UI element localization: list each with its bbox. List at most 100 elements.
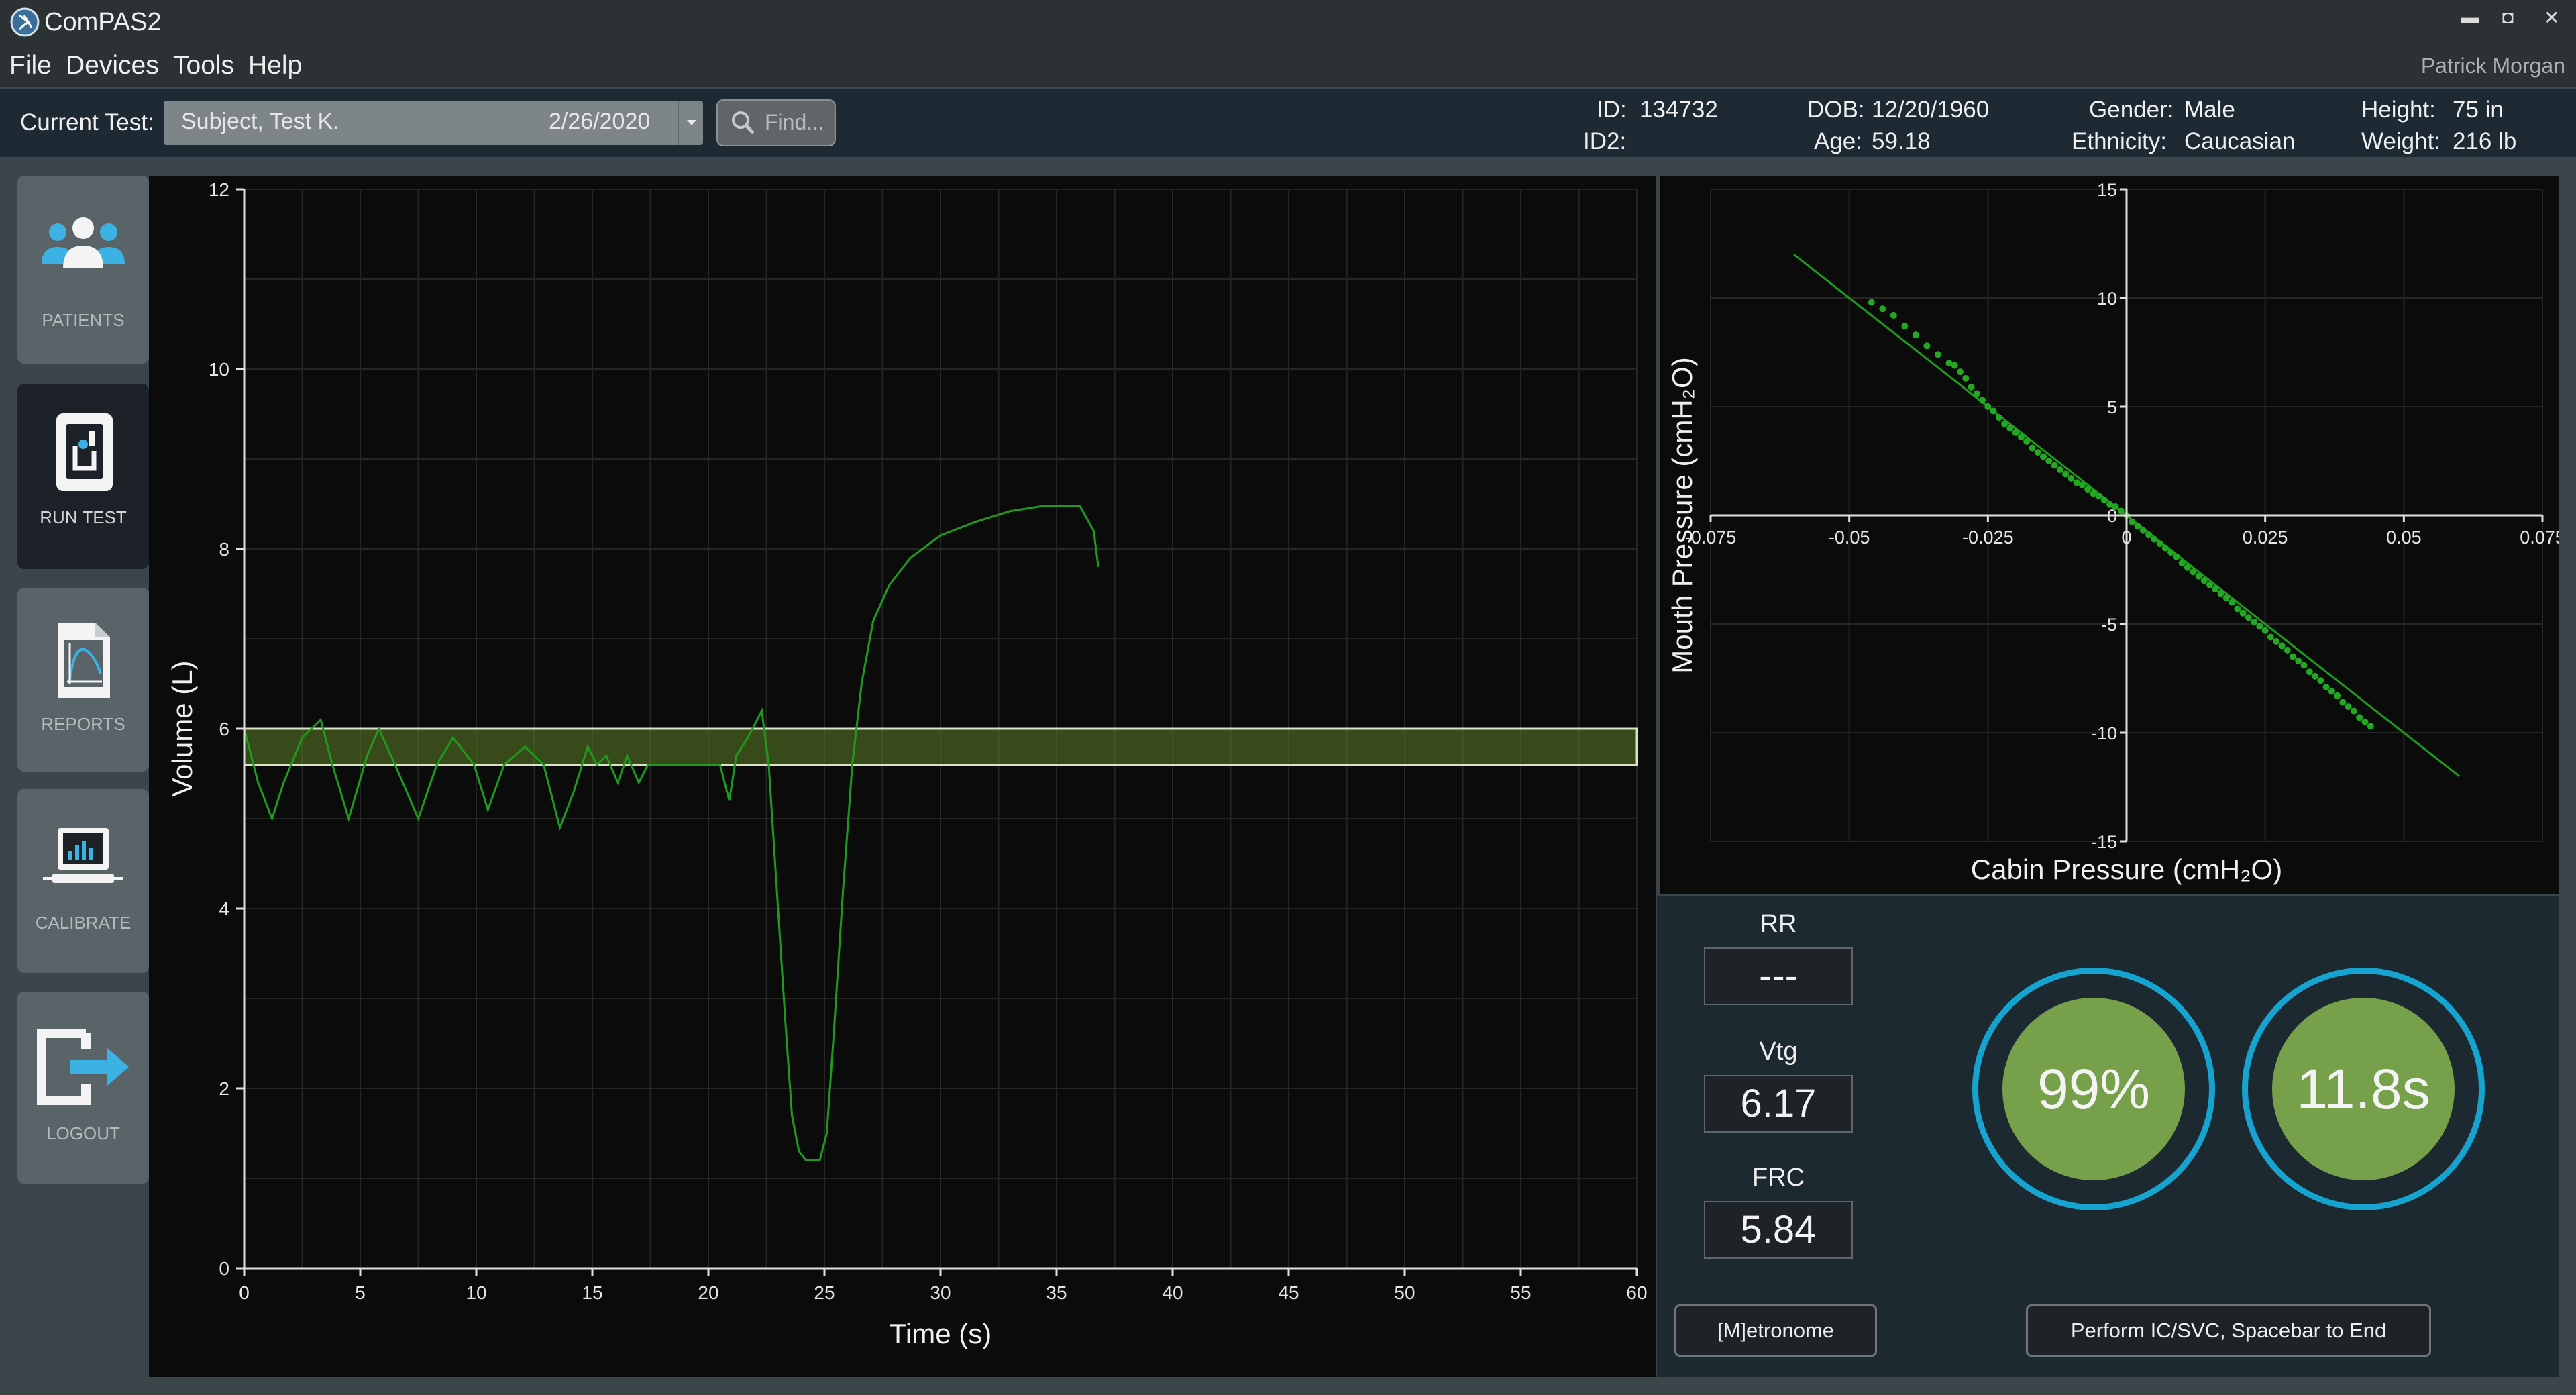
menu-help[interactable]: Help	[248, 51, 302, 81]
volume-time-chart: 0 5 10 15 20 25 30 35 40 45 50 55 60 0 2 4 6 8 10 12 Time (…	[149, 176, 1656, 1377]
pv-point	[2184, 564, 2191, 571]
pressure-scatter-plot: -0.075-0.05-0.02500.0250.050.075-15-10-5…	[1666, 180, 2565, 885]
pv-point	[2295, 658, 2302, 665]
volume-y-axis-label: Volume (L)	[166, 660, 198, 796]
pv-point	[2256, 623, 2263, 630]
menu-file[interactable]: File	[9, 51, 52, 81]
patient-ethnicity: Caucasian	[2184, 128, 2296, 154]
menu-tools[interactable]: Tools	[173, 51, 234, 81]
pv-point	[1995, 414, 2002, 421]
nav-patients[interactable]: PATIENTS	[17, 176, 149, 364]
nav-patients-label: PATIENTS	[42, 310, 125, 330]
close-icon[interactable]: ✕	[2544, 7, 2559, 29]
frc-label: FRC	[1752, 1164, 1805, 1192]
menu-devices[interactable]: Devices	[66, 51, 159, 81]
pressure-x-axis-label: Cabin Pressure (cmH₂O)	[1971, 854, 2282, 885]
patient-height: 75 in	[2453, 97, 2504, 123]
calibrate-icon	[43, 828, 123, 883]
vol-x-tick-label: 30	[930, 1282, 951, 1303]
logout-icon	[37, 1029, 129, 1105]
pv-y-tick-label: 5	[2107, 397, 2117, 417]
pv-point	[2350, 707, 2357, 715]
pv-point	[1923, 342, 1931, 350]
ethnicity-label: Ethnicity:	[2072, 128, 2167, 154]
nav-calibrate-label: CALIBRATE	[35, 913, 131, 933]
test-date: 2/26/2020	[549, 109, 651, 134]
vol-x-tick-label: 0	[239, 1282, 250, 1303]
minimize-icon[interactable]: ▬	[2461, 7, 2479, 28]
pv-point	[2100, 497, 2108, 504]
patient-id2-label: ID2:	[1583, 128, 1627, 154]
metronome-button[interactable]: [M]etronome	[1674, 1304, 1877, 1357]
pv-point	[1901, 323, 1909, 330]
pv-point	[2178, 560, 2186, 567]
nav-calibrate[interactable]: CALIBRATE	[17, 789, 149, 973]
pv-point	[2229, 599, 2236, 606]
vol-x-tick-label: 5	[355, 1282, 366, 1303]
pv-point	[2339, 699, 2347, 706]
pv-point	[2312, 672, 2319, 680]
search-icon	[732, 111, 755, 134]
pv-point	[2117, 507, 2125, 515]
user-name: Patrick Morgan	[2420, 54, 2565, 78]
patient-id-label: ID:	[1597, 94, 1627, 125]
pv-point	[2145, 531, 2153, 539]
vol-x-tick-label: 35	[1046, 1282, 1067, 1303]
pv-point	[2040, 453, 2047, 460]
vol-x-tick-label: 60	[1626, 1282, 1647, 1303]
vol-x-tick-label: 20	[698, 1282, 718, 1303]
pv-point	[2012, 429, 2019, 436]
pv-point	[2290, 653, 2296, 660]
pv-y-tick-label: -15	[2091, 832, 2117, 852]
vtg-label: Vtg	[1759, 1037, 1798, 1066]
pv-point	[2222, 595, 2230, 602]
vol-y-tick-label: 12	[209, 179, 229, 200]
vol-y-tick-label: 4	[219, 898, 229, 919]
pv-x-tick-label: 0.025	[2243, 527, 2288, 548]
pv-point	[1912, 331, 1919, 339]
pv-point	[2095, 492, 2102, 499]
vol-x-tick-label: 45	[1278, 1282, 1299, 1303]
pv-point	[1934, 351, 1941, 358]
pv-point	[1962, 374, 1970, 382]
pv-point	[2151, 535, 2158, 543]
pv-point	[2078, 481, 2086, 488]
pv-point	[2023, 437, 2031, 445]
perform-ic-svc-button[interactable]: Perform IC/SVC, Spacebar to End	[2026, 1304, 2431, 1357]
pv-point	[2084, 486, 2092, 493]
pv-y-tick-label: 0	[2107, 506, 2117, 526]
pv-y-tick-label: 15	[2097, 180, 2117, 200]
pv-point	[2278, 642, 2286, 650]
pv-point	[1879, 305, 1886, 313]
nav-run-test[interactable]: RUN TEST	[17, 384, 149, 569]
pv-point	[2195, 572, 2202, 580]
pv-point	[2367, 723, 2374, 730]
height-label: Height:	[2361, 97, 2436, 123]
pv-point	[2361, 718, 2369, 725]
vol-x-tick-label: 25	[814, 1282, 835, 1303]
nav-reports[interactable]: REPORTS	[17, 588, 149, 772]
pv-point	[2029, 444, 2036, 452]
vol-y-tick-label: 6	[219, 719, 229, 739]
volume-trace	[243, 505, 1099, 1161]
pv-point	[2245, 614, 2252, 621]
pv-point	[2200, 577, 2208, 584]
pv-point	[1968, 383, 1975, 391]
pv-point	[2034, 449, 2041, 456]
pv-point	[2273, 637, 2280, 645]
nav-logout[interactable]: LOGOUT	[17, 992, 149, 1184]
pv-point	[2045, 458, 2053, 464]
pv-point	[1973, 390, 1980, 397]
patient-id: 134732	[1640, 97, 1718, 123]
maximize-icon[interactable]: ◘	[2502, 7, 2514, 28]
id-label: ID:	[1597, 97, 1627, 123]
current-test-label: Current Test:	[20, 109, 154, 136]
vol-x-tick-label: 15	[582, 1282, 602, 1303]
vol-y-tick-label: 0	[219, 1258, 229, 1279]
pv-point	[2139, 527, 2147, 534]
find-input[interactable]: Find...	[765, 110, 824, 135]
vtg-value: 6.17	[1704, 1075, 1853, 1133]
chevron-down-icon[interactable]	[678, 101, 704, 145]
vol-x-tick-label: 55	[1510, 1282, 1531, 1303]
patient-dob: 12/20/1960	[1872, 97, 1990, 123]
